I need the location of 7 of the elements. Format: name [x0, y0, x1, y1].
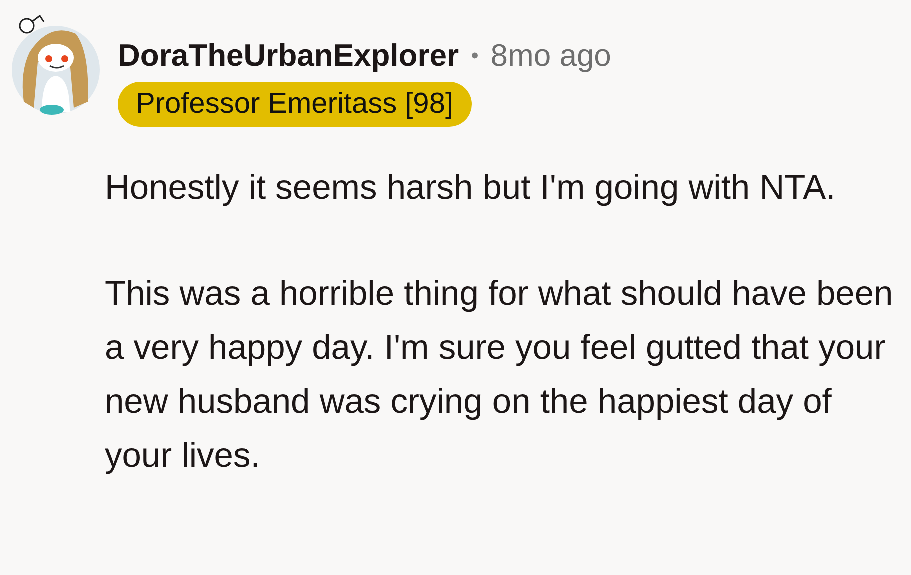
username-link[interactable]: DoraTheUrbanExplorer — [118, 38, 460, 74]
separator-dot: • — [471, 43, 479, 69]
comment-paragraph: This was a horrible thing for what should have been a very happy day. I'm sure you feel gutted that your new husband was crying on the happiest day of your lives. — [105, 274, 894, 477]
timestamp: 8mo ago — [490, 38, 612, 74]
avatar-icon[interactable] — [10, 12, 102, 116]
user-flair: Professor Emeritass [98] — [118, 82, 472, 127]
comment-paragraph: Honestly it seems harsh but I'm going with NTA. — [105, 168, 837, 209]
